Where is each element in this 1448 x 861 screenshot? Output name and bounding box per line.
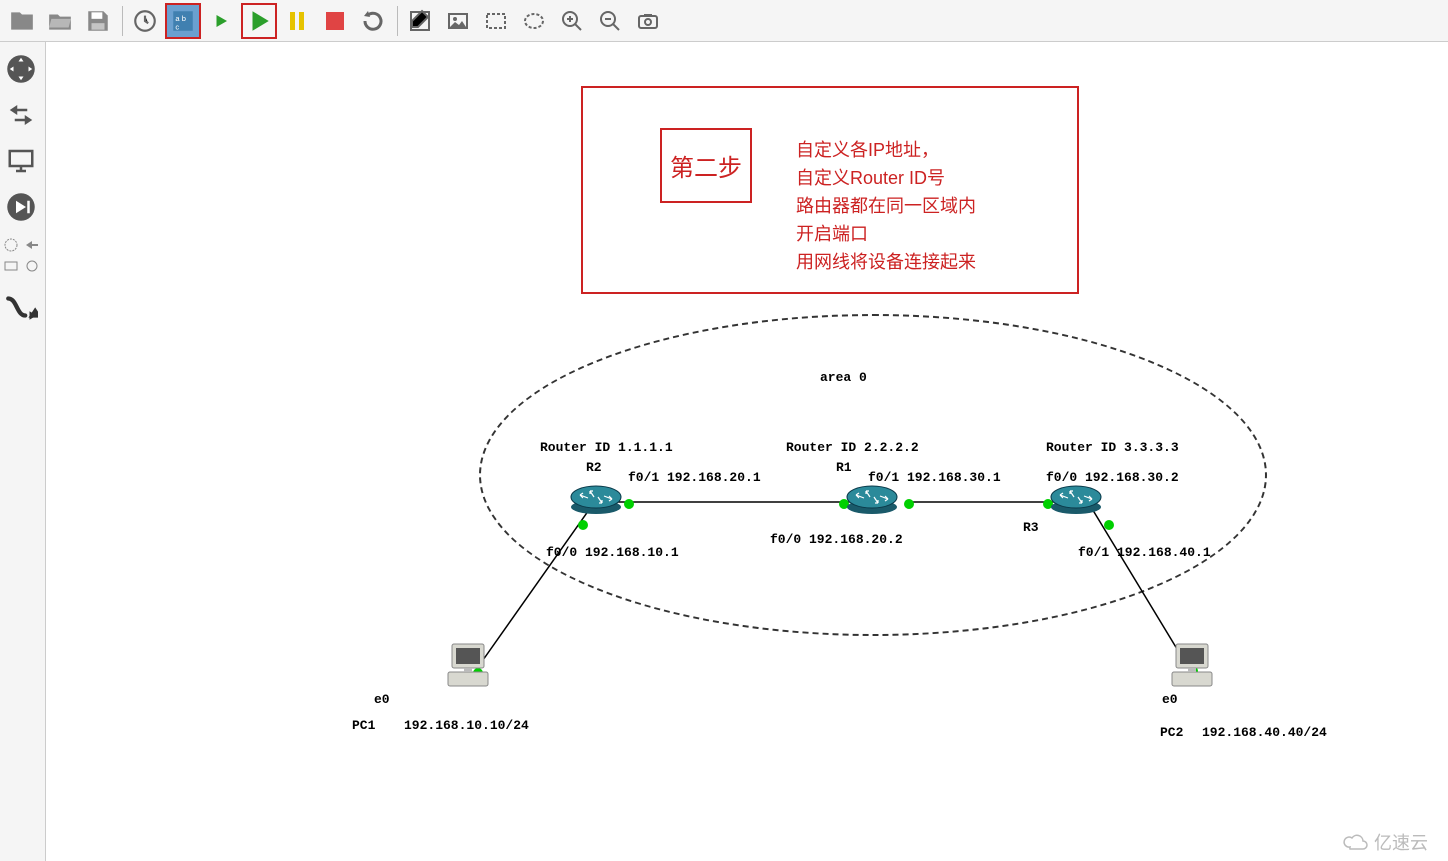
r3-name: R3	[1023, 520, 1039, 535]
zoom-out-button[interactable]	[592, 3, 628, 39]
note-button[interactable]	[402, 3, 438, 39]
misc3-icon[interactable]	[0, 255, 21, 276]
pc1-iface: e0	[374, 692, 390, 707]
r3-f00: f0/0 192.168.30.2	[1046, 470, 1179, 485]
open-folder-button[interactable]	[42, 3, 78, 39]
step2-line2: 自定义Router ID号	[796, 164, 976, 192]
cable-button[interactable]	[0, 286, 42, 328]
step2-line3: 路由器都在同一区域内	[796, 192, 976, 220]
save-button[interactable]	[80, 3, 116, 39]
zoom-in-button[interactable]	[554, 3, 590, 39]
misc1-icon[interactable]	[0, 234, 21, 255]
pc2-ip: 192.168.40.40/24	[1202, 725, 1327, 740]
r2-name: R2	[586, 460, 602, 475]
misc2-icon[interactable]	[21, 234, 42, 255]
r2-router-id: Router ID 1.1.1.1	[540, 440, 673, 455]
r1-name: R1	[836, 460, 852, 475]
step2-line5: 用网线将设备连接起来	[796, 248, 976, 276]
top-toolbar: a bc	[0, 0, 1448, 42]
step2-description: 自定义各IP地址， 自定义Router ID号 路由器都在同一区域内 开启端口 …	[796, 136, 976, 276]
start-all-button[interactable]	[241, 3, 277, 39]
watermark: 亿速云	[1342, 829, 1428, 855]
r1-router-id: Router ID 2.2.2.2	[786, 440, 919, 455]
reload-button[interactable]	[355, 3, 391, 39]
rect-select-button[interactable]	[478, 3, 514, 39]
watermark-text: 亿速云	[1374, 829, 1428, 855]
separator	[397, 6, 398, 36]
svg-text:c: c	[175, 22, 179, 31]
router-r1[interactable]	[846, 485, 898, 515]
open-console-button[interactable]: a bc	[165, 3, 201, 39]
step2-line4: 开启端口	[796, 220, 976, 248]
link-dot	[624, 499, 634, 509]
topology-canvas[interactable]: 第二步 自定义各IP地址， 自定义Router ID号 路由器都在同一区域内 开…	[46, 42, 1448, 861]
link-dot	[578, 520, 588, 530]
svg-text:a b: a b	[175, 14, 186, 23]
undo-redo-button[interactable]	[0, 94, 42, 136]
r1-f01: f0/1 192.168.30.1	[868, 470, 1001, 485]
r3-f01: f0/1 192.168.40.1	[1078, 545, 1211, 560]
stop-button[interactable]	[317, 3, 353, 39]
cloud-icon	[1342, 833, 1370, 851]
step-button[interactable]	[0, 186, 42, 228]
link-dot	[904, 499, 914, 509]
area-label: area 0	[820, 370, 867, 385]
pause-button[interactable]	[279, 3, 315, 39]
move-tool-button[interactable]	[0, 48, 42, 90]
link-lines	[441, 477, 1221, 687]
ellipse-select-button[interactable]	[516, 3, 552, 39]
pc2-iface: e0	[1162, 692, 1178, 707]
open-file-button[interactable]	[4, 3, 40, 39]
pc1[interactable]	[446, 642, 490, 690]
misc4-icon[interactable]	[21, 255, 42, 276]
r3-router-id: Router ID 3.3.3.3	[1046, 440, 1179, 455]
play-small-button[interactable]	[203, 3, 239, 39]
step2-line1: 自定义各IP地址，	[796, 136, 976, 164]
step2-label: 第二步	[660, 128, 752, 203]
separator	[122, 6, 123, 36]
monitor-button[interactable]	[0, 140, 42, 182]
link-dot	[1104, 520, 1114, 530]
r1-f00: f0/0 192.168.20.2	[770, 532, 903, 547]
pc1-name: PC1	[352, 718, 375, 733]
screenshot-button[interactable]	[630, 3, 666, 39]
left-toolbar	[0, 42, 46, 861]
router-r2[interactable]	[570, 485, 622, 515]
pc1-ip: 192.168.10.10/24	[404, 718, 529, 733]
r2-f00: f0/0 192.168.10.1	[546, 545, 679, 560]
pc2-name: PC2	[1160, 725, 1183, 740]
clock-button[interactable]	[127, 3, 163, 39]
image-button[interactable]	[440, 3, 476, 39]
r2-f01: f0/1 192.168.20.1	[628, 470, 761, 485]
pc2[interactable]	[1170, 642, 1214, 690]
router-r3[interactable]	[1050, 485, 1102, 515]
